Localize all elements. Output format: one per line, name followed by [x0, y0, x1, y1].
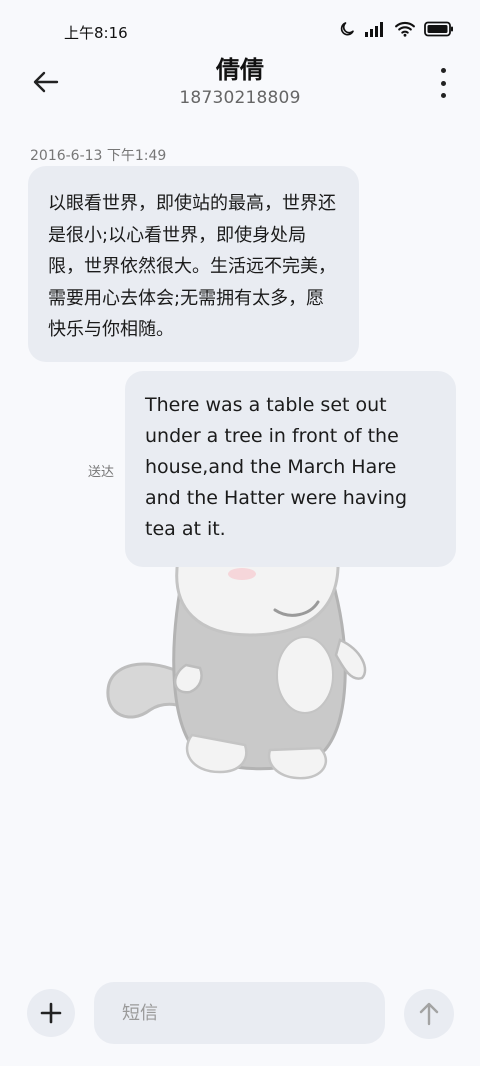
wifi-icon: [394, 21, 416, 37]
incoming-message-bubble[interactable]: 以眼看世界，即使站的最高，世界还是很小;以心看世界，即使身处局限，世界依然很大。…: [28, 166, 359, 362]
battery-icon: [424, 21, 454, 37]
status-time: 上午8:16: [64, 24, 128, 42]
message-text: There was a table set out under a tree i…: [145, 394, 408, 540]
outgoing-message-bubble[interactable]: There was a table set out under a tree i…: [125, 371, 456, 567]
contact-info: 倩倩 18730218809: [0, 56, 480, 108]
contact-name: 倩倩: [216, 56, 264, 84]
contact-number: 18730218809: [179, 88, 301, 108]
plus-icon: [40, 1002, 62, 1024]
more-options-button[interactable]: [436, 68, 450, 98]
more-vertical-icon: [440, 68, 446, 73]
arrow-up-icon: [419, 1002, 439, 1026]
send-button[interactable]: [404, 989, 454, 1039]
cat-sticker-image: [106, 560, 367, 780]
message-composer: [0, 975, 480, 1055]
delivery-status: 送达: [88, 465, 115, 480]
status-icons: [338, 20, 454, 38]
message-text: 以眼看世界，即使站的最高，世界还是很小;以心看世界，即使身处局限，世界依然很大。…: [48, 193, 336, 340]
conversation-header: 倩倩 18730218809: [0, 50, 480, 120]
add-attachment-button[interactable]: [27, 989, 75, 1037]
message-timestamp: 2016-6-13 下午1:49: [30, 148, 167, 164]
moon-icon: [338, 20, 356, 38]
message-input[interactable]: [94, 982, 385, 1044]
signal-icon: [364, 21, 386, 37]
